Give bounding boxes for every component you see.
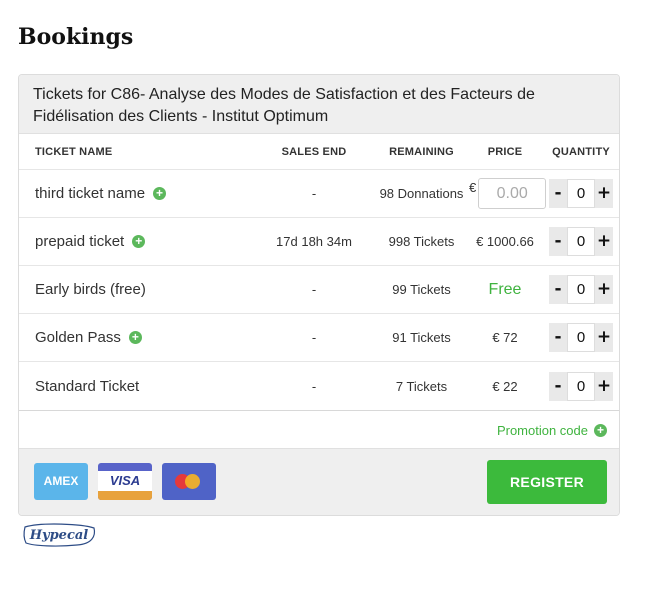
quantity-cell: -0 + [541,265,619,314]
mastercard-icon [162,463,216,500]
quantity-value[interactable]: 0 [567,227,595,256]
quantity-increase-button[interactable]: + [595,179,613,208]
table-row: prepaid ticket + 17d 18h 34m 998 Tickets … [19,217,619,266]
ticket-name-cell: Standard Ticket [19,361,254,411]
quantity-increase-button[interactable]: + [595,371,613,401]
quantity-stepper: -0 + [549,371,613,401]
remaining: 998 Tickets [374,217,469,266]
quantity-cell: -0 + [541,169,619,218]
visa-label: VISA [98,471,152,491]
plus-circle-icon[interactable]: + [594,424,607,437]
price-cell: € [469,169,547,218]
page-title: Bookings [18,24,134,50]
header-remaining: REMAINING [374,134,469,170]
quantity-value[interactable]: 0 [567,275,595,304]
header-quantity: QUANTITY [541,134,619,170]
amex-card-icon: AMEX [34,463,88,500]
price-cell: Free [469,265,541,314]
free-price: Free [488,280,522,298]
ticket-name: Golden Pass [35,329,121,346]
table-row: third ticket name+ - 98 Donnations € -0+ [19,169,619,218]
quantity-cell: -0 + [541,217,619,266]
header-price: PRICE [469,134,541,170]
register-button[interactable]: REGISTER [487,460,607,504]
remaining: 91 Tickets [374,313,469,362]
sales-end: - [254,169,374,218]
remaining: 98 Donnations [374,169,469,218]
brand-name: Hypecal [29,528,89,543]
brand-logo[interactable]: Hypecal [22,522,97,548]
ticket-name-cell: Golden Pass + [19,313,254,362]
tickets-panel: Tickets for C86- Analyse des Modes de Sa… [18,74,620,516]
table-row: Standard Ticket - 7 Tickets € 22 -0 + [19,361,619,411]
sales-end: - [254,313,374,362]
quantity-stepper: -0 + [549,323,613,352]
info-plus-icon[interactable]: + [132,235,146,248]
ticket-name: prepaid ticket [35,233,125,250]
remaining: 99 Tickets [374,265,469,314]
quantity-stepper: -0 + [549,227,613,256]
quantity-decrease-button[interactable]: - [549,371,567,401]
promo-row: Promotion code + [19,411,619,449]
quantity-decrease-button[interactable]: - [549,227,567,256]
tickets-table: TICKET NAME SALES END REMAINING PRICE QU… [19,134,619,411]
price: € 1000.66 [469,217,541,266]
ticket-name-cell: prepaid ticket + [19,217,254,266]
ticket-name: third ticket name [35,185,146,202]
header-sales-end: SALES END [254,134,374,170]
quantity-stepper: -0 + [549,275,613,304]
quantity-decrease-button[interactable]: - [549,323,567,352]
table-row: Golden Pass + - 91 Tickets € 72 -0 + [19,313,619,362]
info-plus-icon[interactable]: + [153,187,167,200]
promotion-code-link[interactable]: Promotion code [497,423,588,438]
sales-end: - [254,361,374,411]
ticket-name: Standard Ticket [35,377,140,395]
quantity-cell: -0 + [541,313,619,362]
ticket-name-cell: Early birds (free) [19,265,254,314]
quantity-value[interactable]: 0 [567,323,595,352]
quantity-cell: -0 + [541,361,619,411]
quantity-value[interactable]: 0 [567,371,595,401]
header-ticket-name: TICKET NAME [19,134,254,170]
ticket-name-cell: third ticket name + [19,169,254,218]
event-title: Tickets for C86- Analyse des Modes de Sa… [19,75,619,134]
sales-end: - [254,265,374,314]
quantity-decrease-button[interactable]: - [549,275,567,304]
quantity-decrease-button[interactable]: - [549,179,567,208]
donation-price-input[interactable] [478,178,547,209]
panel-footer: AMEX VISA REGISTER [19,449,619,515]
price: € 22 [469,361,541,411]
quantity-stepper: -0 + [549,179,613,208]
sales-end: 17d 18h 34m [254,217,374,266]
price: € 72 [469,313,541,362]
info-plus-icon[interactable]: + [128,331,142,344]
remaining: 7 Tickets [374,361,469,411]
quantity-value[interactable]: 0 [567,179,595,208]
table-row: Early birds (free) - 99 Tickets Free -0 + [19,265,619,314]
visa-card-icon: VISA [98,463,152,500]
quantity-increase-button[interactable]: + [595,227,613,256]
currency-symbol: € [469,180,477,195]
ticket-name: Early birds (free) [35,281,146,298]
quantity-increase-button[interactable]: + [595,323,613,352]
quantity-increase-button[interactable]: + [595,275,613,304]
amex-label: AMEX [43,474,79,488]
